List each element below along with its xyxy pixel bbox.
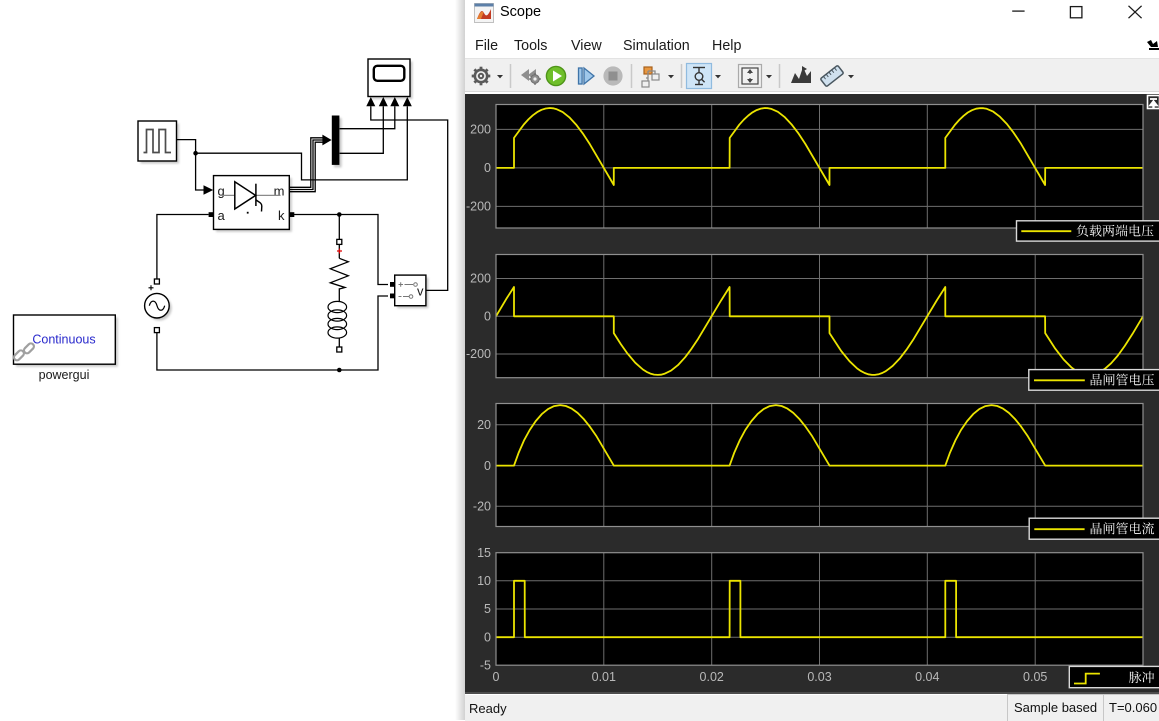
svg-text:0.02: 0.02	[700, 670, 724, 684]
svg-text:10: 10	[477, 574, 491, 588]
svg-text:Continuous: Continuous	[32, 333, 95, 347]
svg-text:200: 200	[470, 123, 491, 137]
svg-text:powergui: powergui	[39, 368, 90, 382]
svg-text:k: k	[278, 208, 285, 223]
svg-text:5: 5	[484, 602, 491, 616]
svg-text:15: 15	[477, 546, 491, 560]
svg-text:200: 200	[470, 272, 491, 286]
svg-text:0.03: 0.03	[807, 670, 831, 684]
svg-text:0: 0	[484, 630, 491, 644]
svg-text:0: 0	[484, 310, 491, 324]
svg-text:0.04: 0.04	[915, 670, 939, 684]
svg-text:0: 0	[484, 459, 491, 473]
svg-text:v: v	[417, 284, 424, 299]
svg-text:0: 0	[493, 670, 500, 684]
svg-text:0: 0	[484, 161, 491, 175]
svg-text:a: a	[218, 208, 226, 223]
svg-text:-200: -200	[466, 347, 491, 361]
svg-text:20: 20	[477, 418, 491, 432]
svg-text:m: m	[274, 184, 285, 199]
svg-text:0.05: 0.05	[1023, 670, 1047, 684]
svg-text:g: g	[218, 184, 225, 199]
svg-text:0.01: 0.01	[592, 670, 616, 684]
svg-text:-20: -20	[473, 499, 491, 513]
svg-text:-200: -200	[466, 200, 491, 214]
svg-text:-5: -5	[480, 659, 491, 673]
